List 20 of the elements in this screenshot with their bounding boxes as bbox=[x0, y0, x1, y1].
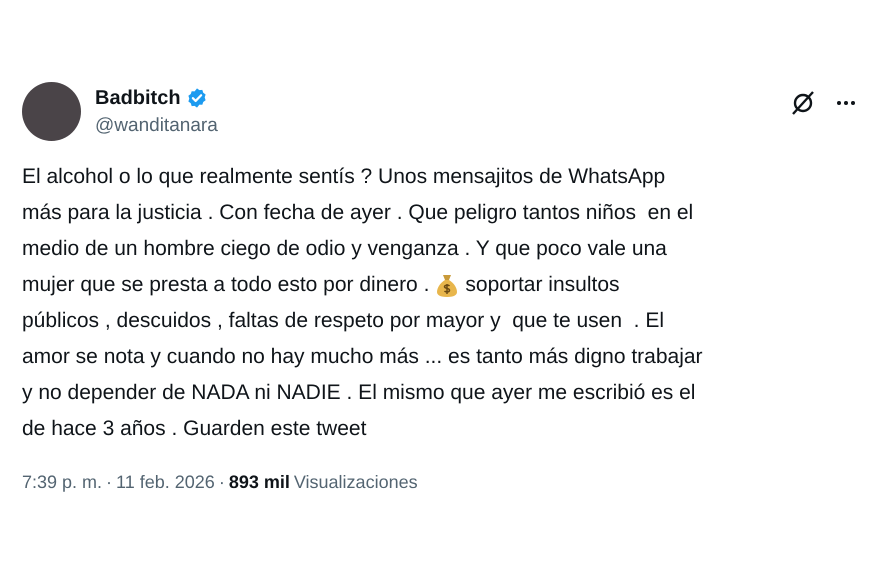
tweet-text: soportar insultos bbox=[465, 272, 620, 298]
tweet-text: de hace 3 años . Guarden este tweet bbox=[22, 416, 366, 442]
display-name[interactable]: Badbitch bbox=[95, 86, 181, 110]
separator-dot: · bbox=[106, 471, 112, 494]
user-handle[interactable]: @wanditanara bbox=[95, 114, 218, 138]
views-label: Visualizaciones bbox=[294, 471, 418, 494]
post-date[interactable]: 11 feb. 2026 bbox=[116, 469, 215, 496]
tweet-text: públicos , descuidos , faltas de respeto por mayor y que te usen . El bbox=[22, 308, 664, 334]
tweet-text: mujer que se presta a todo esto por dinero . bbox=[22, 272, 430, 298]
tweet-text: El alcohol o lo que realmente sentís ? Unos mensajitos de WhatsApp bbox=[22, 164, 666, 190]
separator-dot: · bbox=[218, 471, 225, 494]
views-count: 893 mil bbox=[228, 471, 290, 494]
post-time[interactable]: 7:39 p. m. bbox=[22, 469, 102, 496]
tweet-text: más para la justicia . Con fecha de ayer . Que peligro tantos niños en el bbox=[22, 200, 694, 226]
slashed-circle-icon[interactable] bbox=[790, 90, 816, 116]
more-options-icon[interactable] bbox=[836, 100, 856, 106]
tweet-text: medio de un hombre ciego de odio y venganza . Y que poco vale una bbox=[22, 236, 667, 262]
money-bag-icon bbox=[435, 272, 460, 298]
tweet-text: amor se nota y cuando no hay mucho más ... es tanto más digno trabajar bbox=[22, 344, 703, 370]
tweet-text: y no depender de NADA ni NADIE . El mismo que ayer me escribió es el bbox=[22, 380, 696, 406]
